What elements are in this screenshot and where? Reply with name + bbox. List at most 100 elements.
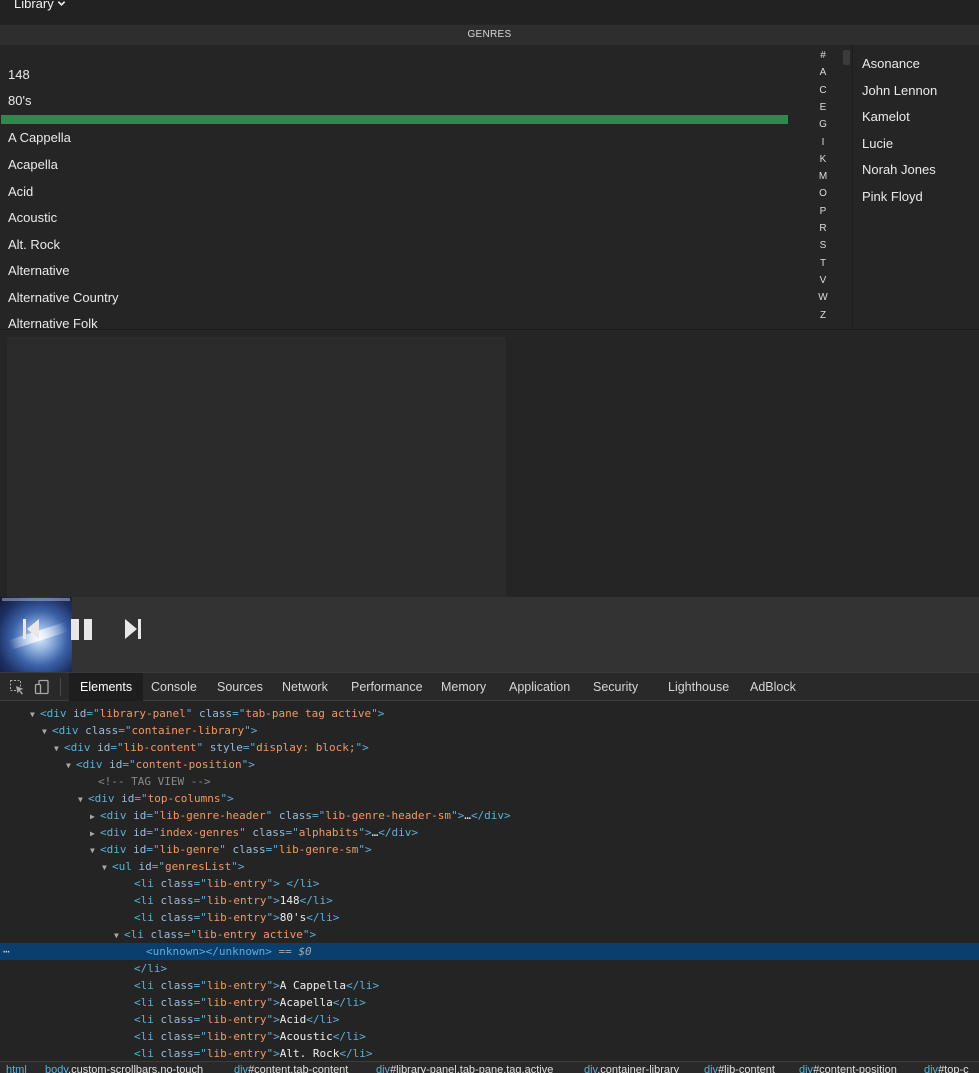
- dom-node[interactable]: <li class="lib-entry">Acoustic</li>: [0, 1028, 979, 1045]
- dom-token: class: [160, 1030, 194, 1043]
- expand-triangle-open-icon[interactable]: ▼: [90, 842, 100, 859]
- alphabet-letter[interactable]: P: [812, 206, 834, 217]
- dom-node[interactable]: <li class="lib-entry">A Cappella</li>: [0, 977, 979, 994]
- device-toolbar-icon[interactable]: [34, 679, 50, 695]
- expand-triangle-open-icon[interactable]: ▼: [42, 723, 52, 740]
- alphabet-letter[interactable]: Z: [812, 310, 834, 321]
- devtools-tab-adblock[interactable]: AdBlock: [750, 673, 796, 701]
- expand-triangle-open-icon[interactable]: ▼: [78, 791, 88, 808]
- genre-item[interactable]: Alt. Rock: [8, 237, 60, 252]
- alphabet-letter[interactable]: K: [812, 154, 834, 165]
- breadcrumb-item[interactable]: div#content.tab-content: [234, 1065, 348, 1073]
- devtools-tab-security[interactable]: Security: [593, 673, 638, 701]
- expand-triangle-open-icon[interactable]: ▼: [102, 859, 112, 876]
- dom-node[interactable]: ▼ <div id="library-panel" class="tab-pane…: [0, 705, 979, 722]
- artist-item[interactable]: Asonance: [862, 56, 920, 71]
- expand-triangle-open-icon[interactable]: ▼: [66, 757, 76, 774]
- dom-node[interactable]: <!-- TAG VIEW -->: [0, 773, 979, 790]
- artist-item[interactable]: Kamelot: [862, 109, 910, 124]
- artist-item[interactable]: John Lennon: [862, 83, 937, 98]
- elements-dom-tree[interactable]: ▼ <div id="library-panel" class="tab-pane…: [0, 702, 979, 1062]
- genre-item[interactable]: Alternative: [8, 263, 69, 278]
- genres-list[interactable]: 148 80's A Cappella Acapella Acid Acoustic Alt…: [0, 45, 810, 329]
- scrollbar-thumb[interactable]: [843, 50, 850, 65]
- breadcrumb-item[interactable]: div#library-panel.tab-pane.tag.active: [376, 1065, 553, 1073]
- alphabet-letter[interactable]: C: [812, 85, 834, 96]
- genre-item[interactable]: Acapella: [8, 157, 58, 172]
- artist-item[interactable]: Norah Jones: [862, 162, 936, 177]
- dom-token: <div: [100, 826, 134, 839]
- dom-node[interactable]: ▶ <div id="index-genres" class="alphabits…: [0, 824, 979, 841]
- dom-node[interactable]: ▼ <ul id="genresList">: [0, 858, 979, 875]
- alphabet-letter[interactable]: W: [812, 292, 834, 303]
- genre-item[interactable]: Acid: [8, 184, 33, 199]
- genre-item[interactable]: Acoustic: [8, 210, 57, 225]
- dom-node[interactable]: ▶ <div id="lib-genre-header" class="lib-g…: [0, 807, 979, 824]
- expand-triangle-closed-icon[interactable]: ▶: [90, 808, 100, 825]
- more-options-icon[interactable]: ⋯: [3, 943, 10, 960]
- previous-track-button[interactable]: [22, 618, 40, 645]
- dom-node[interactable]: ▼ <li class="lib-entry active">: [0, 926, 979, 943]
- dom-node[interactable]: <li class="lib-entry">Acid</li>: [0, 1011, 979, 1028]
- breadcrumb-item[interactable]: body.custom-scrollbars.no-touch: [45, 1065, 203, 1073]
- dom-node[interactable]: <li class="lib-entry"> </li>: [0, 875, 979, 892]
- pause-button[interactable]: [70, 618, 94, 645]
- dom-node[interactable]: ▼ <div id="lib-genre" class="lib-genre-sm…: [0, 841, 979, 858]
- dom-node[interactable]: <li class="lib-entry">Alt. Rock</li>: [0, 1045, 979, 1062]
- expand-triangle-open-icon[interactable]: ▼: [114, 927, 124, 944]
- dom-node[interactable]: <li class="lib-entry">148</li>: [0, 892, 979, 909]
- alphabet-letter[interactable]: E: [812, 102, 834, 113]
- devtools-tab-application[interactable]: Application: [509, 673, 570, 701]
- genre-item[interactable]: Alternative Country: [8, 290, 119, 305]
- alphabet-letter[interactable]: T: [812, 258, 834, 269]
- alphabet-letter[interactable]: I: [812, 137, 834, 148]
- alphabet-letter[interactable]: V: [812, 275, 834, 286]
- active-genre-highlight[interactable]: [1, 115, 788, 124]
- genre-item[interactable]: 80's: [8, 93, 31, 108]
- breadcrumb-item[interactable]: html: [6, 1065, 27, 1073]
- genre-item[interactable]: A Cappella: [8, 130, 71, 145]
- expand-triangle-open-icon[interactable]: ▼: [54, 740, 64, 757]
- breadcrumb-item[interactable]: div#lib-content: [704, 1065, 775, 1073]
- expand-triangle-closed-icon[interactable]: ▶: [90, 825, 100, 842]
- alphabet-letter[interactable]: G: [812, 119, 834, 130]
- alphabet-letter[interactable]: O: [812, 188, 834, 199]
- dom-token: ">: [266, 1047, 280, 1060]
- dom-node[interactable]: ▼ <div id="top-columns">: [0, 790, 979, 807]
- dom-node[interactable]: ▼ <div id="content-position">: [0, 756, 979, 773]
- expand-triangle-open-icon[interactable]: ▼: [30, 706, 40, 723]
- alphabet-letter[interactable]: S: [812, 240, 834, 251]
- breadcrumb-item[interactable]: div#top-c: [924, 1065, 969, 1073]
- genre-item[interactable]: 148: [8, 67, 30, 82]
- dom-node[interactable]: <li class="lib-entry">Acapella</li>: [0, 994, 979, 1011]
- dom-node[interactable]: ▼ <div class="container-library">: [0, 722, 979, 739]
- devtools-tab-performance[interactable]: Performance: [351, 673, 423, 701]
- dom-node[interactable]: <li class="lib-entry">80's</li>: [0, 909, 979, 926]
- dom-node[interactable]: ▼ <div id="lib-content" style="display: b…: [0, 739, 979, 756]
- next-track-button[interactable]: [124, 618, 142, 645]
- devtools-tab-elements[interactable]: Elements: [69, 673, 144, 701]
- inspect-element-icon[interactable]: [9, 679, 25, 695]
- dom-token: <div: [52, 724, 86, 737]
- breadcrumb-item[interactable]: div#content-position: [799, 1065, 897, 1073]
- dom-token: ">: [266, 911, 280, 924]
- dom-node[interactable]: </li>: [0, 960, 979, 977]
- alphabet-letter[interactable]: M: [812, 171, 834, 182]
- devtools-tab-console[interactable]: Console: [151, 673, 197, 701]
- player-bar: [0, 597, 979, 672]
- dom-node-selected[interactable]: ⋯ <unknown></unknown> == $0: [0, 943, 979, 960]
- library-dropdown-button[interactable]: Library: [14, 0, 66, 11]
- breadcrumb-item[interactable]: div.container-library: [584, 1065, 679, 1073]
- devtools-tab-memory[interactable]: Memory: [441, 673, 486, 701]
- artist-item[interactable]: Lucie: [862, 136, 893, 151]
- devtools-tab-network[interactable]: Network: [282, 673, 328, 701]
- devtools-panel: Elements Console Sources Network Performance…: [0, 672, 979, 1073]
- devtools-tab-lighthouse[interactable]: Lighthouse: [668, 673, 729, 701]
- genre-item[interactable]: Alternative Folk: [8, 316, 98, 329]
- alphabet-letter[interactable]: A: [812, 67, 834, 78]
- artist-item[interactable]: Pink Floyd: [862, 189, 923, 204]
- artist-list[interactable]: Asonance John Lennon Kamelot Lucie Norah Jon…: [853, 45, 979, 329]
- devtools-tab-sources[interactable]: Sources: [217, 673, 263, 701]
- alphabet-letter[interactable]: #: [812, 50, 834, 61]
- alphabet-letter[interactable]: R: [812, 223, 834, 234]
